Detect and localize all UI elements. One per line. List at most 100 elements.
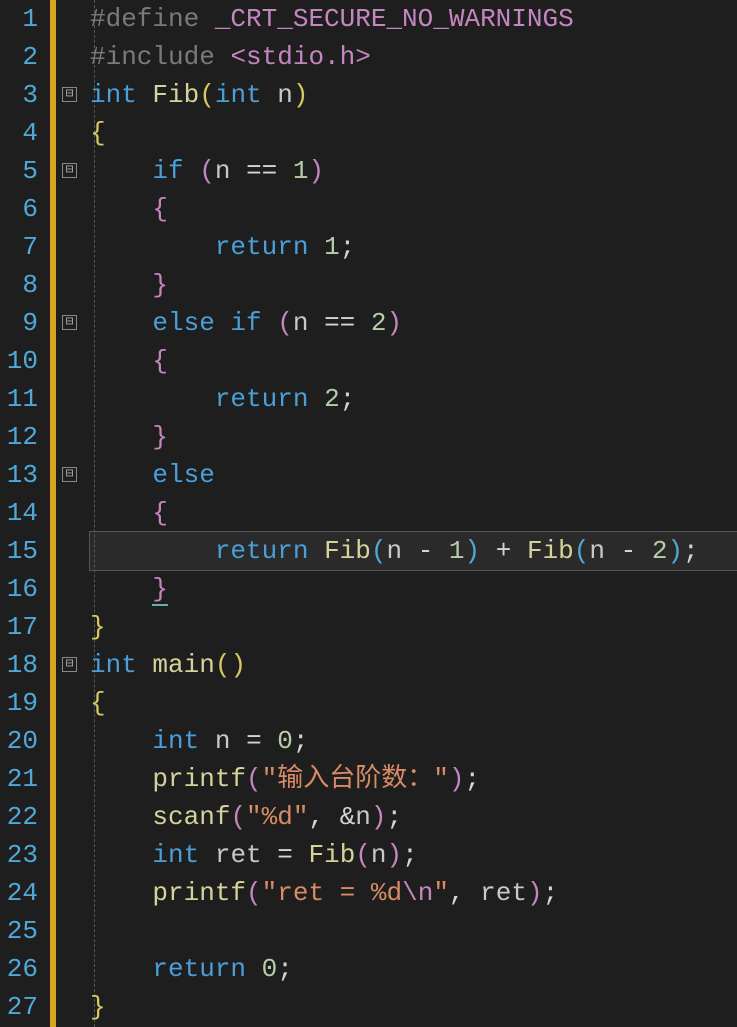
paren-close: ) [667, 536, 683, 566]
line-number[interactable]: 20 [6, 722, 38, 760]
code-line[interactable]: { [90, 494, 737, 532]
literal-zero: 0 [277, 726, 293, 756]
paren-open: ( [199, 156, 215, 186]
code-line[interactable]: { [90, 342, 737, 380]
line-number[interactable]: 12 [6, 418, 38, 456]
code-line[interactable]: else [90, 456, 737, 494]
line-number[interactable]: 25 [6, 912, 38, 950]
line-number[interactable]: 7 [6, 228, 38, 266]
line-number[interactable]: 10 [6, 342, 38, 380]
code-line[interactable]: } [90, 266, 737, 304]
line-number[interactable]: 15 [6, 532, 38, 570]
var-n: n [355, 802, 371, 832]
line-number[interactable]: 23 [6, 836, 38, 874]
code-line[interactable]: scanf("%d", &n); [90, 798, 737, 836]
line-number[interactable]: 4 [6, 114, 38, 152]
paren-close: ) [371, 802, 387, 832]
literal-zero: 0 [262, 954, 278, 984]
header-name: stdio.h [246, 42, 355, 72]
code-line[interactable]: { [90, 684, 737, 722]
line-number[interactable]: 24 [6, 874, 38, 912]
brace-close: } [90, 612, 106, 642]
paren-close: ) [293, 80, 309, 110]
line-number[interactable]: 19 [6, 684, 38, 722]
fold-toggle[interactable]: ⊟ [62, 315, 77, 330]
paren-close: ) [465, 536, 481, 566]
code-line[interactable]: #include <stdio.h> [90, 38, 737, 76]
paren-close: ) [387, 308, 403, 338]
code-line[interactable] [90, 912, 737, 950]
line-number[interactable]: 22 [6, 798, 38, 836]
fold-toggle[interactable]: ⊟ [62, 87, 77, 102]
function-name: Fib [152, 80, 199, 110]
line-number[interactable]: 26 [6, 950, 38, 988]
code-area[interactable]: #define _CRT_SECURE_NO_WARNINGS #include… [86, 0, 737, 1027]
line-number[interactable]: 8 [6, 266, 38, 304]
line-number[interactable]: 16 [6, 570, 38, 608]
literal-two: 2 [652, 536, 668, 566]
code-line[interactable]: if (n == 1) [90, 152, 737, 190]
semicolon: ; [340, 384, 356, 414]
line-number[interactable]: 27 [6, 988, 38, 1026]
code-line[interactable]: } [90, 570, 737, 608]
function-call: printf [152, 764, 246, 794]
code-line[interactable]: { [90, 190, 737, 228]
code-line[interactable]: int Fib(int n) [90, 76, 737, 114]
var-ret: ret [480, 878, 527, 908]
escape-sequence: \n [402, 878, 433, 908]
fold-toggle[interactable]: ⊟ [62, 657, 77, 672]
paren-close: ) [449, 764, 465, 794]
line-number[interactable]: 17 [6, 608, 38, 646]
paren-open: ( [246, 878, 262, 908]
code-line[interactable]: return 2; [90, 380, 737, 418]
semicolon: ; [543, 878, 559, 908]
code-line[interactable]: } [90, 988, 737, 1026]
semicolon: ; [464, 764, 480, 794]
string-close: " [433, 878, 449, 908]
line-number-gutter[interactable]: 1 2 3 4 5 6 7 8 9 10 11 12 13 14 15 16 1… [0, 0, 50, 1027]
line-number[interactable]: 1 [6, 0, 38, 38]
code-line[interactable]: else if (n == 2) [90, 304, 737, 342]
macro-name: _CRT_SECURE_NO_WARNINGS [215, 4, 574, 34]
var-n: n [386, 536, 402, 566]
code-line[interactable]: } [90, 418, 737, 456]
line-number[interactable]: 3 [6, 76, 38, 114]
line-number[interactable]: 13 [6, 456, 38, 494]
fold-toggle[interactable]: ⊟ [62, 163, 77, 178]
keyword-int: int [215, 80, 262, 110]
op-eqeq: == [246, 156, 277, 186]
paren-open: ( [199, 80, 215, 110]
line-number[interactable]: 18 [6, 646, 38, 684]
code-line[interactable]: return 0; [90, 950, 737, 988]
code-line[interactable]: #define _CRT_SECURE_NO_WARNINGS [90, 0, 737, 38]
code-line[interactable]: int n = 0; [90, 722, 737, 760]
code-line[interactable]: int ret = Fib(n); [90, 836, 737, 874]
line-number[interactable]: 9 [6, 304, 38, 342]
code-line-current[interactable]: return Fib(n - 1) + Fib(n - 2); [90, 532, 737, 570]
line-number[interactable]: 5 [6, 152, 38, 190]
semicolon: ; [277, 954, 293, 984]
line-number[interactable]: 2 [6, 38, 38, 76]
op-eqeq: == [324, 308, 355, 338]
code-line[interactable]: printf("输入台阶数："); [90, 760, 737, 798]
string-literal: "输入台阶数：" [262, 764, 449, 794]
paren-open: ( [371, 536, 387, 566]
line-number[interactable]: 14 [6, 494, 38, 532]
op-eq: = [277, 840, 293, 870]
code-line[interactable]: return 1; [90, 228, 737, 266]
line-number[interactable]: 6 [6, 190, 38, 228]
var-n: n [215, 726, 231, 756]
paren-open: ( [246, 764, 262, 794]
keyword-int: int [90, 650, 137, 680]
code-line[interactable]: } [90, 608, 737, 646]
param-n: n [277, 80, 293, 110]
fold-toggle[interactable]: ⊟ [62, 467, 77, 482]
var-n: n [215, 156, 231, 186]
brace-close: } [152, 270, 168, 300]
line-number[interactable]: 11 [6, 380, 38, 418]
line-number[interactable]: 21 [6, 760, 38, 798]
code-line[interactable]: printf("ret = %d\n", ret); [90, 874, 737, 912]
angle-open: < [230, 42, 246, 72]
code-line[interactable]: { [90, 114, 737, 152]
code-line[interactable]: int main() [90, 646, 737, 684]
